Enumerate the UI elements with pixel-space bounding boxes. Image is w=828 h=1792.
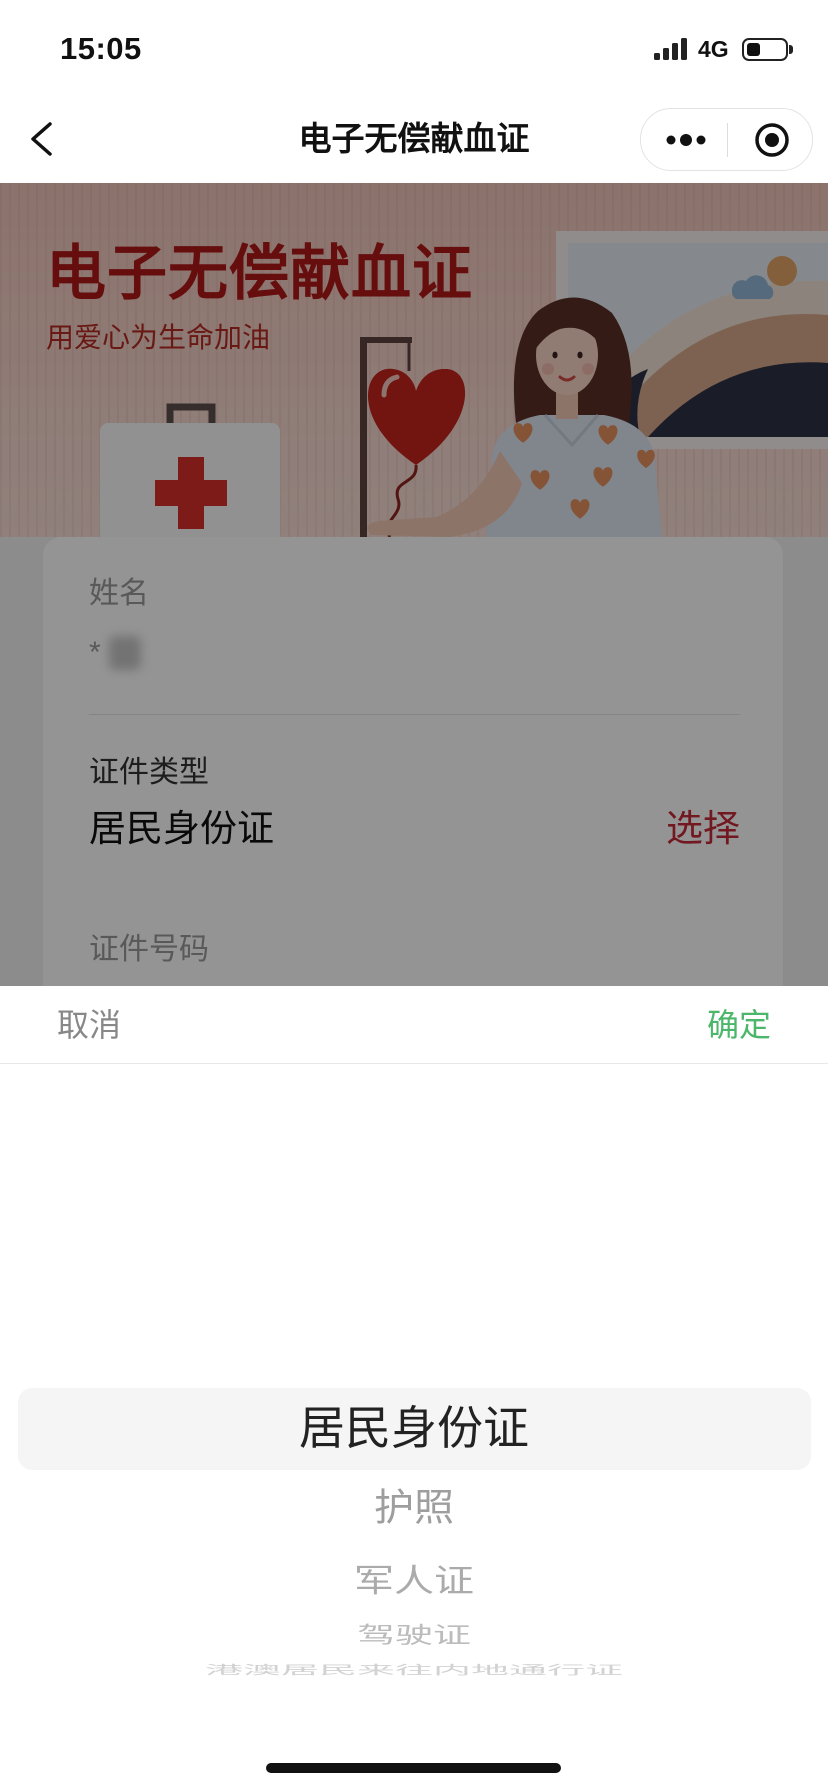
signal-icon xyxy=(654,38,687,60)
battery-icon xyxy=(742,38,788,61)
picker-option[interactable]: 港澳居民来往内地通行证 xyxy=(0,1663,828,1677)
nav-bar: 电子无偿献血证 xyxy=(0,88,828,183)
target-circle-icon[interactable] xyxy=(754,122,790,158)
picker-mask[interactable] xyxy=(0,183,828,986)
home-indicator xyxy=(266,1763,561,1773)
picker-option[interactable]: 居民身份证 xyxy=(0,1400,828,1456)
confirm-button[interactable]: 确定 xyxy=(707,1005,771,1045)
id-type-picker-sheet: 取消 确定 居民身份证 护照 军人证 驾驶证 港澳居民来往内地通行证 xyxy=(0,986,828,1792)
status-time: 15:05 xyxy=(60,31,142,66)
picker-option[interactable]: 驾驶证 xyxy=(0,1622,828,1651)
status-bar: 15:05 4G xyxy=(0,0,828,88)
capsule-divider xyxy=(727,123,728,157)
picker-toolbar: 取消 确定 xyxy=(0,986,828,1064)
cancel-button[interactable]: 取消 xyxy=(57,1005,121,1045)
battery-level-fill xyxy=(747,43,760,56)
picker-option[interactable]: 护照 xyxy=(0,1484,828,1532)
picker-option[interactable]: 军人证 xyxy=(0,1561,828,1601)
more-dots-icon[interactable] xyxy=(663,127,709,153)
mini-program-capsule xyxy=(640,108,813,171)
battery-nub xyxy=(789,45,793,54)
network-type: 4G xyxy=(698,36,729,62)
